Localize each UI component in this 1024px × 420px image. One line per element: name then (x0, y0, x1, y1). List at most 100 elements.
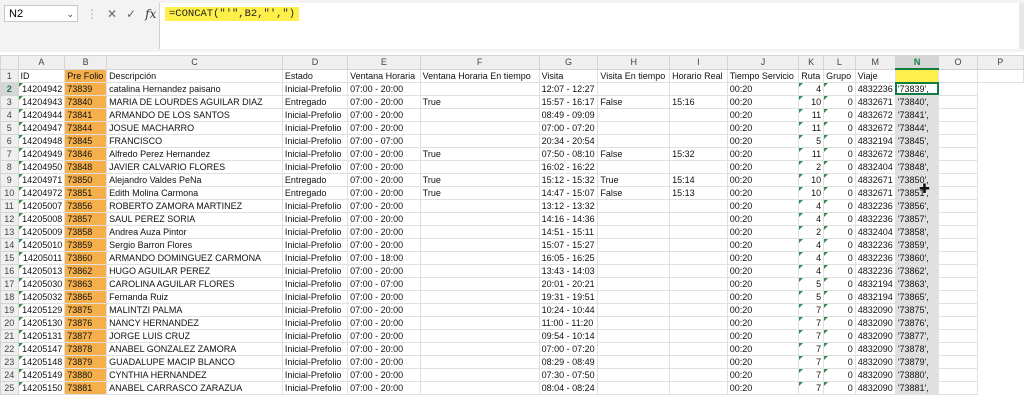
cell[interactable]: 14204972 (17, 185, 66, 200)
cell[interactable] (419, 276, 540, 291)
cell[interactable]: 11 (798, 120, 825, 135)
cell[interactable]: 7 (798, 354, 825, 369)
cell[interactable]: 00:20 (726, 120, 800, 135)
row-number[interactable]: 15 (0, 250, 19, 265)
cell[interactable]: False (597, 94, 671, 109)
cell[interactable]: 4832671 (854, 172, 896, 187)
concat-result-cell[interactable]: '73859', (894, 237, 940, 252)
header-cell[interactable]: Descripción (106, 68, 283, 83)
column-header-e[interactable]: E (347, 55, 421, 70)
cell[interactable]: 0 (823, 341, 856, 356)
concat-result-cell[interactable]: '73858', (894, 224, 940, 239)
cell[interactable]: 73841 (64, 107, 108, 122)
cell[interactable] (597, 211, 671, 226)
concat-result-cell[interactable]: '73857', (894, 211, 940, 226)
cell[interactable] (938, 133, 978, 148)
cell[interactable]: True (597, 172, 671, 187)
row-number[interactable]: 10 (0, 185, 19, 200)
cell[interactable] (669, 120, 728, 135)
cell[interactable]: 07:00 - 20:00 (347, 315, 421, 330)
row-number[interactable]: 13 (0, 224, 19, 239)
cell[interactable]: Inicial-Prefolio (281, 367, 349, 382)
cell[interactable]: 00:20 (726, 328, 800, 343)
cell[interactable]: 4832090 (854, 328, 896, 343)
cell[interactable] (597, 250, 671, 265)
cell[interactable]: 73879 (64, 354, 108, 369)
row-number[interactable]: 21 (0, 328, 19, 343)
cell[interactable]: 16:02 - 16:22 (538, 159, 599, 174)
cell[interactable]: 0 (823, 237, 856, 252)
cell[interactable]: 07:00 - 20:00 (347, 146, 421, 161)
cell[interactable]: catalina Hernandez paisano (106, 81, 283, 96)
row-number[interactable]: 19 (0, 302, 19, 317)
cell[interactable] (597, 289, 671, 304)
cell[interactable]: 73840 (64, 94, 108, 109)
cell[interactable]: 73876 (64, 315, 108, 330)
header-cell[interactable]: Estado (281, 68, 349, 83)
cell[interactable]: Sergio Barron Flores (106, 237, 283, 252)
cell[interactable]: 0 (823, 146, 856, 161)
cell[interactable] (938, 315, 978, 330)
cell[interactable] (669, 81, 728, 96)
cell[interactable]: 07:00 - 07:00 (347, 276, 421, 291)
cell[interactable]: 08:49 - 09:09 (538, 107, 599, 122)
cancel-x-icon[interactable]: ✕ (107, 7, 117, 21)
cell[interactable]: 7 (798, 302, 825, 317)
formula-text[interactable]: =CONCAT("'",B2,"',") (165, 7, 300, 21)
cell[interactable] (597, 159, 671, 174)
header-cell[interactable]: ID (17, 68, 66, 83)
cell[interactable]: 00:20 (726, 224, 800, 239)
cell[interactable] (597, 354, 671, 369)
cell[interactable]: 07:30 - 07:50 (538, 367, 599, 382)
concat-result-cell[interactable]: '73881', (894, 380, 940, 395)
cell[interactable] (938, 172, 978, 187)
cell[interactable]: 73857 (64, 211, 108, 226)
cell[interactable]: 73845 (64, 133, 108, 148)
cell[interactable]: SAUL PEREZ SORIA (106, 211, 283, 226)
cell[interactable]: 4832090 (854, 380, 896, 395)
cell[interactable]: 14205131 (17, 328, 66, 343)
cell[interactable] (597, 315, 671, 330)
cell[interactable]: Entregado (281, 172, 349, 187)
cell[interactable]: 4 (798, 211, 825, 226)
row-number[interactable]: 12 (0, 211, 19, 226)
cell[interactable]: 73844 (64, 120, 108, 135)
cell[interactable]: 07:00 - 07:00 (347, 133, 421, 148)
cell[interactable]: Inicial-Prefolio (281, 211, 349, 226)
cell[interactable]: ROBERTO ZAMORA MARTINEZ (106, 198, 283, 213)
cell[interactable]: 0 (823, 172, 856, 187)
cell[interactable]: 4832671 (854, 94, 896, 109)
cell[interactable]: 14205010 (17, 237, 66, 252)
cell[interactable]: Inicial-Prefolio (281, 328, 349, 343)
cell[interactable]: CAROLINA AGUILAR FLORES (106, 276, 283, 291)
cell[interactable]: True (419, 94, 540, 109)
cell[interactable]: 7 (798, 328, 825, 343)
cell[interactable]: 07:00 - 20:00 (347, 380, 421, 395)
cell[interactable]: 0 (823, 367, 856, 382)
cell[interactable] (938, 289, 978, 304)
cell[interactable]: 00:20 (726, 367, 800, 382)
cell[interactable] (938, 198, 978, 213)
cell[interactable]: 14205013 (17, 263, 66, 278)
cell[interactable]: 4832672 (854, 146, 896, 161)
cell[interactable] (419, 224, 540, 239)
cell[interactable] (938, 81, 978, 96)
concat-result-cell[interactable]: '73875', (894, 302, 940, 317)
cell[interactable]: 7 (798, 315, 825, 330)
cell[interactable] (419, 120, 540, 135)
cell[interactable]: 07:00 - 20:00 (347, 237, 421, 252)
cell[interactable] (419, 341, 540, 356)
cell[interactable]: 07:00 - 20:00 (347, 211, 421, 226)
header-cell[interactable]: Horario Real (669, 68, 728, 83)
cell[interactable] (597, 120, 671, 135)
cell[interactable]: Inicial-Prefolio (281, 159, 349, 174)
cell[interactable]: 15:16 (669, 94, 728, 109)
cell[interactable] (669, 380, 728, 395)
cell[interactable]: 4832404 (854, 224, 896, 239)
cell[interactable]: 0 (823, 315, 856, 330)
cell[interactable] (938, 94, 978, 109)
cell[interactable]: 73877 (64, 328, 108, 343)
cell[interactable]: 07:00 - 20:00 (347, 107, 421, 122)
cell[interactable] (669, 224, 728, 239)
header-cell[interactable]: Grupo (823, 68, 856, 83)
